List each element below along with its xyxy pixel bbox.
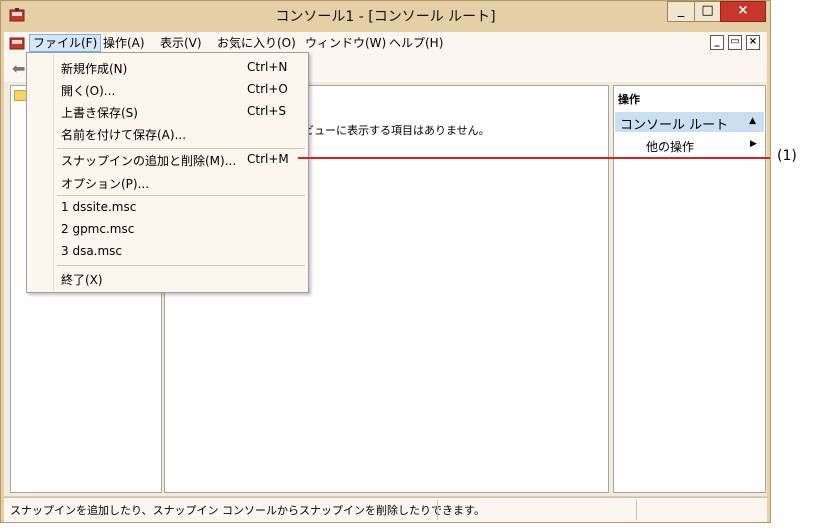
menu-item-exit[interactable]: 終了(X) [27, 268, 308, 290]
status-bar: スナップインを追加したり、スナップイン コンソールからスナップインを削除したりで… [4, 497, 767, 522]
menu-window[interactable]: ウィンドウ(W) [302, 34, 389, 52]
menu-item-shortcut: Ctrl+O [247, 82, 288, 96]
actions-header: 操作 [618, 93, 640, 106]
menu-item-save-as[interactable]: 名前を付けて保存(A)... [27, 123, 308, 145]
menu-item-shortcut: Ctrl+S [247, 104, 287, 118]
minimize-button[interactable]: _ [667, 1, 695, 22]
menu-action[interactable]: 操作(A) [100, 34, 148, 52]
menu-item-shortcut: Ctrl+N [247, 60, 288, 74]
console-icon[interactable] [9, 35, 25, 51]
menu-item-label: 名前を付けて保存(A)... [61, 128, 187, 142]
actions-section-console-root[interactable]: コンソール ルート ▲ [615, 112, 764, 133]
menu-bar: ファイル(F) 操作(A) 表示(V) お気に入り(O) ウィンドウ(W) ヘル… [4, 32, 767, 54]
menu-item-shortcut: Ctrl+M [247, 152, 289, 166]
menu-item-save[interactable]: 上書き保存(S) Ctrl+S [27, 101, 308, 123]
mdi-close-button[interactable]: × [746, 35, 760, 50]
mdi-restore-button[interactable]: ▭ [728, 35, 742, 50]
menu-item-label: 2 gpmc.msc [61, 222, 135, 236]
status-divider [437, 500, 438, 520]
empty-view-message: ビューに表示する項目はありません。 [303, 124, 490, 137]
menu-item-open[interactable]: 開く(O)... Ctrl+O [27, 79, 308, 101]
menu-separator [57, 195, 305, 196]
actions-pane: 操作 コンソール ルート ▲ 他の操作 ▶ [613, 85, 766, 493]
menu-item-new[interactable]: 新規作成(N) Ctrl+N [27, 57, 308, 79]
menu-separator [57, 265, 305, 266]
submenu-arrow-icon: ▶ [750, 139, 757, 149]
menu-help[interactable]: ヘルプ(H) [386, 34, 446, 52]
file-menu-dropdown: 新規作成(N) Ctrl+N 開く(O)... Ctrl+O 上書き保存(S) … [26, 52, 309, 293]
menu-item-options[interactable]: オプション(P)... [27, 172, 308, 194]
menu-item-label: スナップインの追加と削除(M)... [61, 154, 237, 168]
close-button[interactable]: × [720, 1, 766, 22]
mdi-minimize-button[interactable]: _ [710, 35, 724, 50]
window-title: コンソール1 - [コンソール ルート] [275, 9, 496, 25]
status-divider [636, 500, 637, 520]
menu-item-label: 上書き保存(S) [61, 106, 138, 120]
menu-item-label: 新規作成(N) [61, 62, 128, 76]
collapse-up-icon[interactable]: ▲ [749, 116, 756, 126]
maximize-button[interactable]: □ [694, 1, 721, 22]
menu-item-recent-2[interactable]: 2 gpmc.msc [27, 219, 308, 241]
status-text: スナップインを追加したり、スナップイン コンソールからスナップインを削除したりで… [10, 504, 485, 517]
menu-item-label: 終了(X) [61, 273, 103, 287]
menu-item-label: オプション(P)... [61, 177, 150, 191]
menu-item-label: 開く(O)... [61, 84, 116, 98]
callout-line [298, 157, 770, 159]
menu-item-recent-3[interactable]: 3 dsa.msc [27, 241, 308, 263]
menu-item-label: 3 dsa.msc [61, 244, 123, 258]
menu-view[interactable]: 表示(V) [157, 34, 205, 52]
callout-label: (1) [777, 148, 797, 164]
actions-section-label: コンソール ルート [620, 118, 729, 133]
menu-item-recent-1[interactable]: 1 dssite.msc [27, 197, 308, 219]
back-arrow-icon[interactable]: ⬅ [12, 59, 25, 78]
menu-item-label: 1 dssite.msc [61, 200, 137, 214]
menu-file[interactable]: ファイル(F) [29, 34, 102, 52]
menu-item-add-remove-snapin[interactable]: スナップインの追加と削除(M)... Ctrl+M [27, 149, 308, 171]
title-bar[interactable]: コンソール1 - [コンソール ルート] _ □ × [1, 1, 770, 31]
menu-favorites[interactable]: お気に入り(O) [214, 34, 299, 52]
other-actions-item[interactable]: 他の操作 [646, 138, 694, 155]
